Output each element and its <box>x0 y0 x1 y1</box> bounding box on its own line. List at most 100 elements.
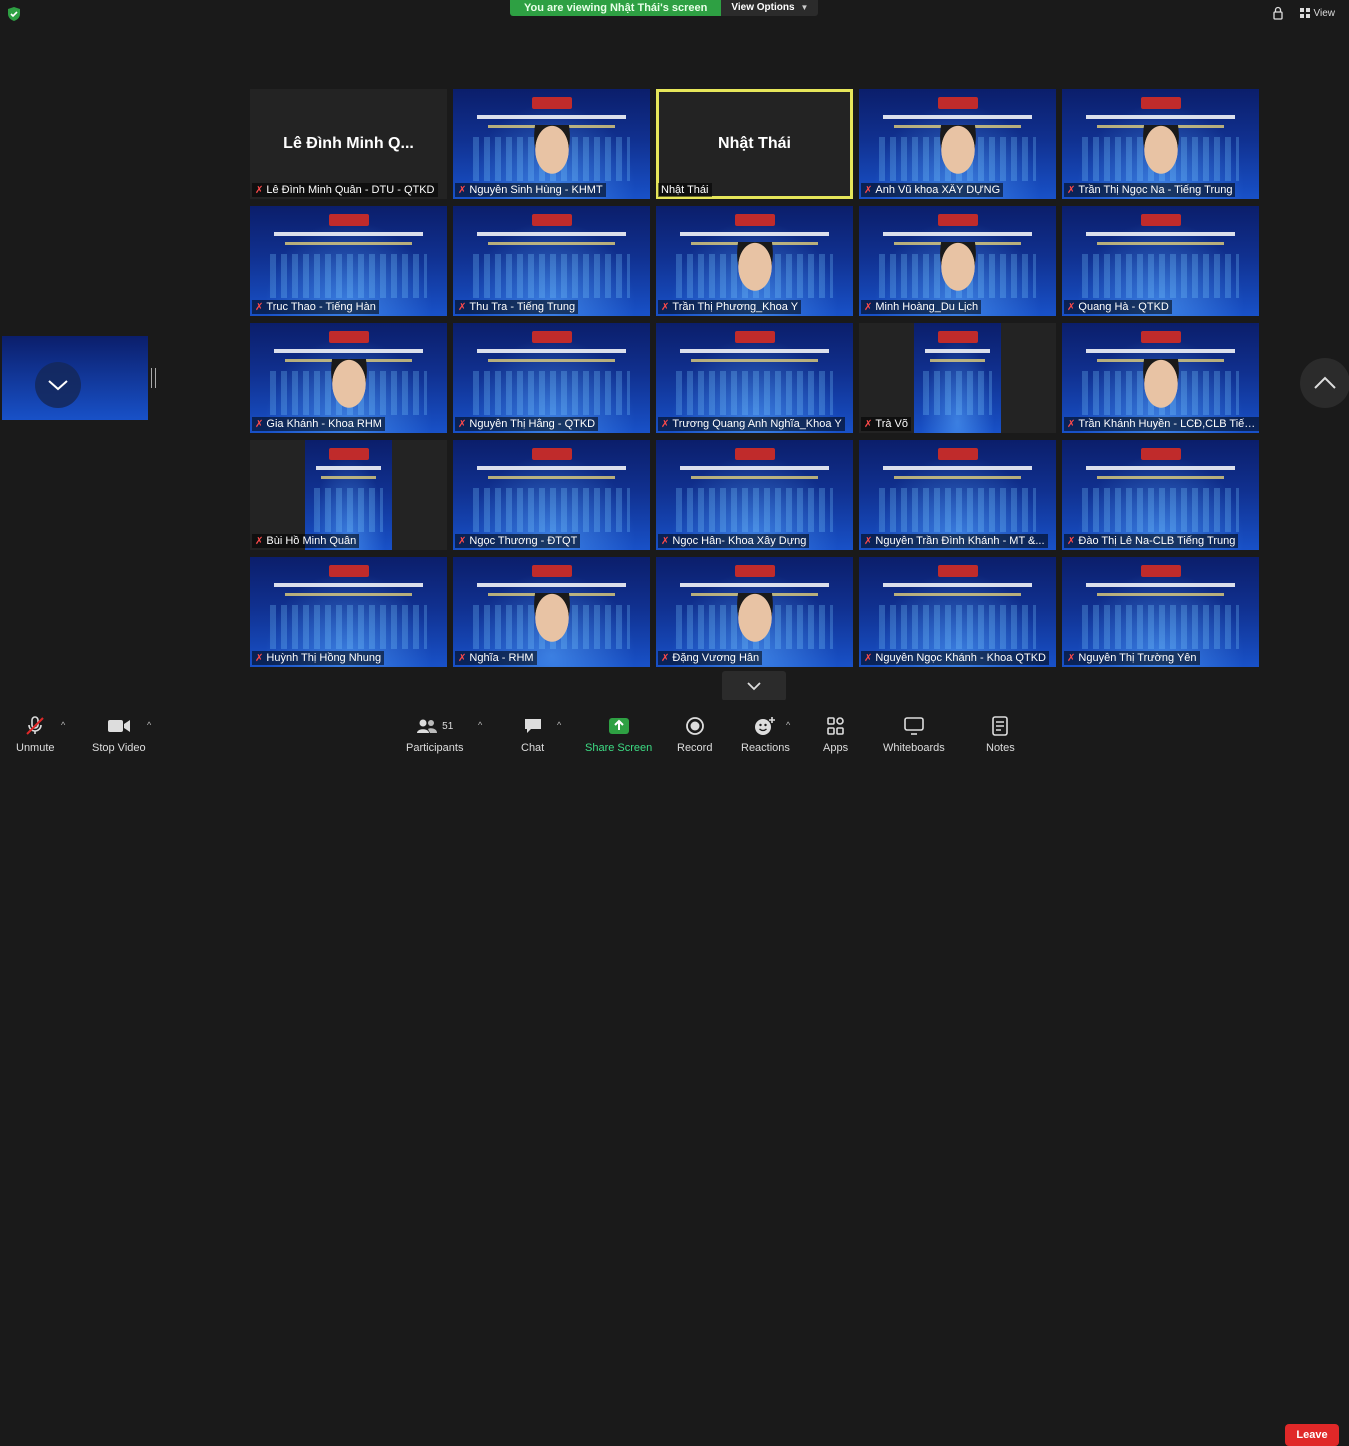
participant-tile[interactable]: ✗ Nguyễn Ngọc Khánh - Khoa QTKD <box>859 557 1056 667</box>
stop-video-button[interactable]: Stop Video <box>92 714 146 754</box>
collapse-thumbnail-button[interactable] <box>35 362 81 408</box>
view-button[interactable]: View <box>1299 8 1335 19</box>
apps-label: Apps <box>823 742 849 754</box>
participant-tile[interactable]: Lê Đình Minh Q... ✗ Lê Đình Minh Quân - DT… <box>250 89 447 199</box>
stop-video-label: Stop Video <box>92 742 146 754</box>
event-logo <box>937 214 978 226</box>
microphone-muted-icon: ✗ <box>458 184 467 196</box>
participant-tile[interactable]: ✗ Trương Quang Anh Nghĩa_Khoa Y <box>656 323 853 433</box>
participant-tile[interactable]: ✗ Huỳnh Thị Hồng Nhung <box>250 557 447 667</box>
security-lock-button[interactable] <box>1272 6 1284 20</box>
banner-subtitle-line <box>1097 242 1224 245</box>
participant-tile[interactable]: ✗ Trần Thị Phương_Khoa Y <box>656 206 853 316</box>
participant-name-text: Đào Thị Lê Na-CLB Tiếng Trung <box>1078 535 1236 547</box>
participant-tile[interactable]: ✗ Nghĩa - RHM <box>453 557 650 667</box>
chevron-up-icon <box>1314 376 1336 389</box>
microphone-muted-icon <box>26 716 44 735</box>
event-logo <box>531 448 572 460</box>
event-logo <box>1140 97 1181 109</box>
participant-name-label: ✗ Minh Hoàng_Du Lịch <box>861 300 982 314</box>
participant-tile[interactable]: ✗ Đào Thị Lê Na-CLB Tiếng Trung <box>1062 440 1259 550</box>
participant-tile[interactable]: ✗ Ngọc Hân- Khoa Xây Dựng <box>656 440 853 550</box>
banner-title-line <box>1085 115 1236 119</box>
participant-tile[interactable]: ✗ Thu Tra - Tiếng Trung <box>453 206 650 316</box>
participant-name-label: ✗ Trần Thị Phương_Khoa Y <box>658 300 802 314</box>
participant-tile[interactable]: ✗ Trà Võ <box>859 323 1056 433</box>
participant-tile[interactable]: ✗ Anh Vũ khoa XÂY DỰNG <box>859 89 1056 199</box>
chat-options-caret[interactable]: ^ <box>557 720 561 730</box>
whiteboards-button[interactable]: Whiteboards <box>883 714 945 754</box>
city-skyline-graphic <box>675 371 834 415</box>
participant-tile[interactable]: ✗ Nguyễn Sinh Hùng - KHMT <box>453 89 650 199</box>
microphone-muted-icon: ✗ <box>864 184 873 196</box>
event-logo <box>1140 331 1181 343</box>
participant-name-text: Nguyễn Thị Hằng - QTKD <box>469 418 596 430</box>
view-options-button[interactable]: View Options ▼ <box>721 0 819 16</box>
participant-tile[interactable]: ✗ Minh Hoàng_Du Lịch <box>859 206 1056 316</box>
reactions-options-caret[interactable]: ^ <box>786 720 790 730</box>
participant-tile[interactable]: ✗ Đặng Vương Hân <box>656 557 853 667</box>
share-screen-button[interactable]: Share Screen <box>585 714 652 754</box>
participant-tile[interactable]: Nhật Thái Nhật Thái <box>656 89 853 199</box>
participant-tile[interactable]: ✗ Truc Thao - Tiếng Hàn <box>250 206 447 316</box>
leave-button[interactable]: Leave <box>1285 1424 1339 1446</box>
banner-subtitle-line <box>488 242 615 245</box>
city-skyline-graphic <box>313 488 384 532</box>
participant-face <box>728 242 781 304</box>
participant-name-text: Nguyễn Thị Trường Yên <box>1078 652 1197 664</box>
participant-name-text: Ngọc Hân- Khoa Xây Dựng <box>672 535 807 547</box>
participant-face <box>525 125 578 187</box>
participant-tile[interactable]: ✗ Trần Thị Ngọc Na - Tiếng Trung <box>1062 89 1259 199</box>
notes-label: Notes <box>986 742 1015 754</box>
reactions-button[interactable]: Reactions <box>741 714 790 754</box>
participant-tile[interactable]: ✗ Ngọc Thương - ĐTQT <box>453 440 650 550</box>
event-logo <box>328 214 369 226</box>
banner-title-line <box>924 349 991 353</box>
participant-name-label: ✗ Lê Đình Minh Quân - DTU - QTKD <box>252 183 438 197</box>
banner-title-line <box>882 583 1033 587</box>
next-page-button[interactable] <box>1300 358 1349 408</box>
apps-button[interactable]: Apps <box>823 714 848 754</box>
participant-face <box>322 359 375 421</box>
audio-options-caret[interactable]: ^ <box>61 720 65 730</box>
microphone-muted-icon: ✗ <box>864 418 873 430</box>
encryption-shield-icon[interactable] <box>6 6 22 22</box>
participant-name-text: Thu Tra - Tiếng Trung <box>469 301 576 313</box>
participants-options-caret[interactable]: ^ <box>478 720 482 730</box>
participant-name-label: ✗ Bùi Hồ Minh Quân <box>252 534 360 548</box>
participant-tile[interactable]: ✗ Quang Hà - QTKD <box>1062 206 1259 316</box>
shared-screen-thumbnail[interactable] <box>2 336 148 420</box>
participant-name-label: ✗ Truc Thao - Tiếng Hàn <box>252 300 379 314</box>
top-right-controls: View <box>1272 6 1335 20</box>
record-button[interactable]: Record <box>677 714 712 754</box>
participant-name-label: ✗ Nghĩa - RHM <box>455 651 537 665</box>
participant-name-label: ✗ Anh Vũ khoa XÂY DỰNG <box>861 183 1004 197</box>
participant-tile[interactable]: ✗ Gia Khánh - Khoa RHM <box>250 323 447 433</box>
unmute-button[interactable]: Unmute <box>16 714 55 754</box>
banner-title-line <box>679 232 830 236</box>
viewing-screen-text: You are viewing Nhật Thái's screen <box>510 0 722 16</box>
notes-button[interactable]: Notes <box>986 714 1015 754</box>
participant-face <box>1134 125 1187 187</box>
banner-title-line <box>1085 583 1236 587</box>
participant-tile[interactable]: ✗ Nguyễn Thị Hằng - QTKD <box>453 323 650 433</box>
participant-name-label: ✗ Nguyễn Trần Đình Khánh - MT &... <box>861 534 1048 548</box>
participant-name-label: ✗ Nguyễn Thị Trường Yên <box>1064 651 1200 665</box>
chat-button[interactable]: Chat <box>521 714 544 754</box>
event-logo <box>328 565 369 577</box>
share-screen-label: Share Screen <box>585 742 653 754</box>
event-logo <box>734 448 775 460</box>
participant-tile[interactable]: ✗ Nguyễn Thị Trường Yên <box>1062 557 1259 667</box>
participant-tile[interactable]: ✗ Nguyễn Trần Đình Khánh - MT &... <box>859 440 1056 550</box>
video-options-caret[interactable]: ^ <box>147 720 151 730</box>
scroll-down-button[interactable] <box>722 671 786 701</box>
whiteboards-label: Whiteboards <box>883 742 945 754</box>
participant-tile[interactable]: ✗ Bùi Hồ Minh Quân <box>250 440 447 550</box>
participants-button[interactable]: 51 Participants <box>406 714 463 754</box>
participant-name-label: ✗ Nguyễn Ngọc Khánh - Khoa QTKD <box>861 651 1049 665</box>
event-logo <box>734 565 775 577</box>
microphone-muted-icon: ✗ <box>1067 652 1076 664</box>
banner-title-line <box>679 583 830 587</box>
participant-tile[interactable]: ✗ Trần Khánh Huyền - LCĐ,CLB Tiến... <box>1062 323 1259 433</box>
thumbnail-resize-handle[interactable] <box>151 368 156 388</box>
